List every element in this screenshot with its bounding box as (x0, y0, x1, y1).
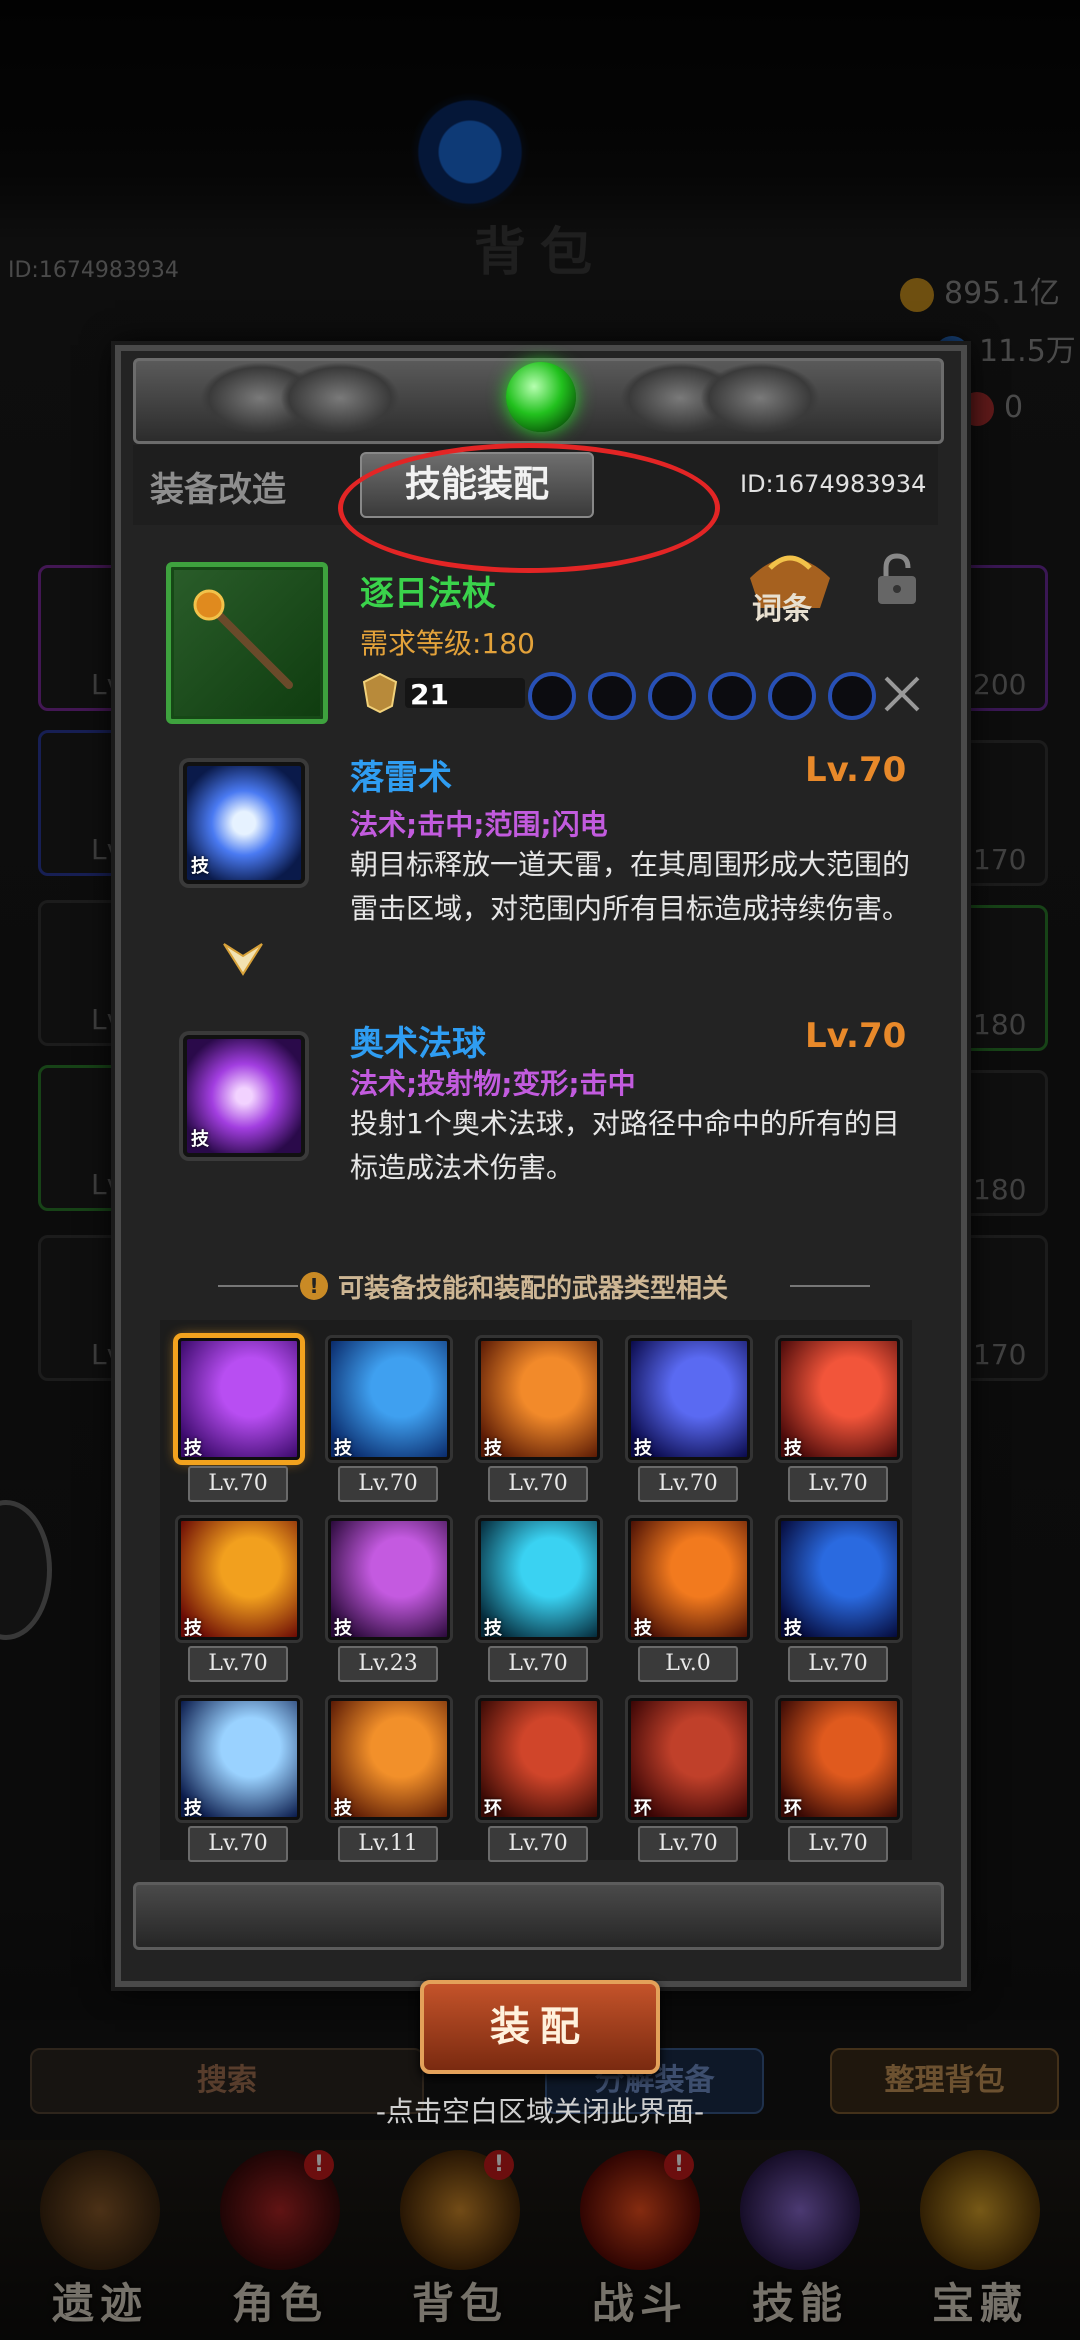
skill-type-tag: 技 (784, 1618, 802, 1639)
skill-level-badge: Lv.70 (488, 1646, 588, 1682)
skill-grid-cell[interactable]: 技 Lv.70 (170, 1330, 302, 1502)
skill-level-badge: Lv.70 (338, 1466, 438, 1502)
skill-type-tag: 技 (334, 1618, 352, 1639)
skill-level-badge: Lv.11 (338, 1826, 438, 1862)
weapon-level-requirement: 需求等级:180 (360, 627, 535, 660)
skill-grid-cell[interactable]: 技 Lv.70 (170, 1510, 302, 1682)
skill-type-tag: 技 (484, 1438, 502, 1459)
skill-level-badge: Lv.70 (188, 1466, 288, 1502)
skill-level-badge: Lv.70 (788, 1466, 888, 1502)
skill-level: Lv.70 (805, 750, 907, 790)
skill-grid-cell[interactable]: 技 Lv.70 (470, 1510, 602, 1682)
skill-type-tag: 技 (191, 1129, 209, 1150)
skill-grid-cell[interactable]: 技 Lv.70 (320, 1330, 452, 1502)
skill-socket[interactable] (528, 672, 576, 720)
skill-description: 朝目标释放一道天雷，在其周围形成大范围的雷击区域，对范围内所有目标造成持续伤害。 (350, 848, 911, 925)
gargoyle-ornament-icon (700, 362, 820, 434)
skill-type-tag: 技 (634, 1618, 652, 1639)
skill-grid-cell[interactable]: 技 Lv.70 (470, 1330, 602, 1502)
panel-footer-ornament (133, 1882, 944, 1950)
skill-type-tag: 技 (334, 1798, 352, 1819)
skill-type-tag: 技 (184, 1438, 202, 1459)
skill-description: 投射1个奥术法球，对路径中命中的所有的目标造成法术伤害。 (350, 1107, 900, 1184)
skill-grid-cell[interactable]: 技 Lv.70 (770, 1330, 902, 1502)
skill-level-badge: Lv.70 (188, 1826, 288, 1862)
weapon-staff-icon[interactable] (166, 562, 328, 724)
skill-socket[interactable] (588, 672, 636, 720)
skill-level-badge: Lv.23 (338, 1646, 438, 1682)
skill-grid-cell[interactable]: 环 Lv.70 (770, 1690, 902, 1862)
skill-type-tag: 环 (484, 1798, 502, 1819)
skill-grid-cell[interactable]: 技 Lv.0 (620, 1510, 752, 1682)
divider-line (790, 1285, 870, 1287)
skill-grid-cell[interactable]: 技 Lv.70 (170, 1690, 302, 1862)
lock-icon[interactable] (872, 552, 922, 608)
skill-type-tag: 技 (184, 1618, 202, 1639)
skill-type-tag: 技 (634, 1438, 652, 1459)
crossed-swords-icon[interactable] (880, 672, 924, 716)
skill-level-badge: Lv.70 (788, 1826, 888, 1862)
swap-arrow-icon[interactable] (218, 932, 268, 982)
skill-type-tag: 技 (191, 856, 209, 877)
skill-grid-cell[interactable]: 技 Lv.70 (770, 1510, 902, 1682)
equip-button[interactable]: 装配 (420, 1980, 660, 2074)
green-gem-icon (506, 362, 576, 432)
skill-type-tag: 环 (634, 1798, 652, 1819)
skill-tags: 法术;击中;范围;闪电 (350, 808, 608, 841)
skill-grid-cell[interactable]: 技 Lv.70 (620, 1330, 752, 1502)
weapon-name: 逐日法杖 (360, 574, 496, 614)
swap-graphic (223, 943, 263, 976)
skill-type-tag: 技 (184, 1798, 202, 1819)
skill-level: Lv.70 (805, 1016, 907, 1056)
lock-graphic (878, 553, 916, 604)
skill-socket[interactable] (648, 672, 696, 720)
skill-level-badge: Lv.70 (638, 1826, 738, 1862)
skill-name: 奥术法球 (350, 1024, 486, 1064)
arcane-orb-icon[interactable]: 技 (183, 1035, 305, 1157)
lightning-storm-icon[interactable]: 技 (183, 762, 305, 884)
skill-type-tag: 环 (784, 1798, 802, 1819)
close-hint: -点击空白区域关闭此界面- (375, 2095, 705, 2128)
staff-graphic (193, 589, 293, 689)
skill-grid-cell[interactable]: 技 Lv.23 (320, 1510, 452, 1682)
warning-icon: ! (300, 1272, 328, 1300)
skill-level-badge: Lv.70 (638, 1466, 738, 1502)
skill-name: 落雷术 (350, 758, 452, 798)
divider-line (218, 1285, 298, 1287)
skill-level-badge: Lv.70 (788, 1646, 888, 1682)
skill-socket[interactable] (768, 672, 816, 720)
skill-socket[interactable] (828, 672, 876, 720)
skill-level-badge: Lv.70 (488, 1826, 588, 1862)
swords-graphic (884, 676, 920, 712)
skill-socket[interactable] (708, 672, 756, 720)
gargoyle-ornament-icon (280, 362, 400, 434)
skill-grid-cell[interactable]: 环 Lv.70 (620, 1690, 752, 1862)
skill-grid-cell[interactable]: 环 Lv.70 (470, 1690, 602, 1862)
level-emblem-icon (360, 672, 400, 714)
skill-level-badge: Lv.70 (188, 1646, 288, 1682)
weapon-type-note: 可装备技能和装配的武器类型相关 (338, 1274, 729, 1304)
affix-label: 词条 (752, 592, 812, 627)
skill-tags: 法术;投射物;变形;击中 (350, 1067, 636, 1100)
panel-user-id: ID:1674983934 (740, 470, 927, 498)
skill-type-tag: 技 (334, 1438, 352, 1459)
weapon-level-value: 21 (410, 678, 449, 711)
skill-level-badge: Lv.0 (638, 1646, 738, 1682)
skill-grid-cell[interactable]: 技 Lv.11 (320, 1690, 452, 1862)
skill-type-tag: 技 (784, 1438, 802, 1459)
emblem-graphic (362, 672, 398, 714)
skill-type-tag: 技 (484, 1618, 502, 1639)
tab-equipment-modify[interactable]: 装备改造 (150, 462, 286, 511)
highlight-annotation (338, 443, 720, 573)
skill-level-badge: Lv.70 (488, 1466, 588, 1502)
